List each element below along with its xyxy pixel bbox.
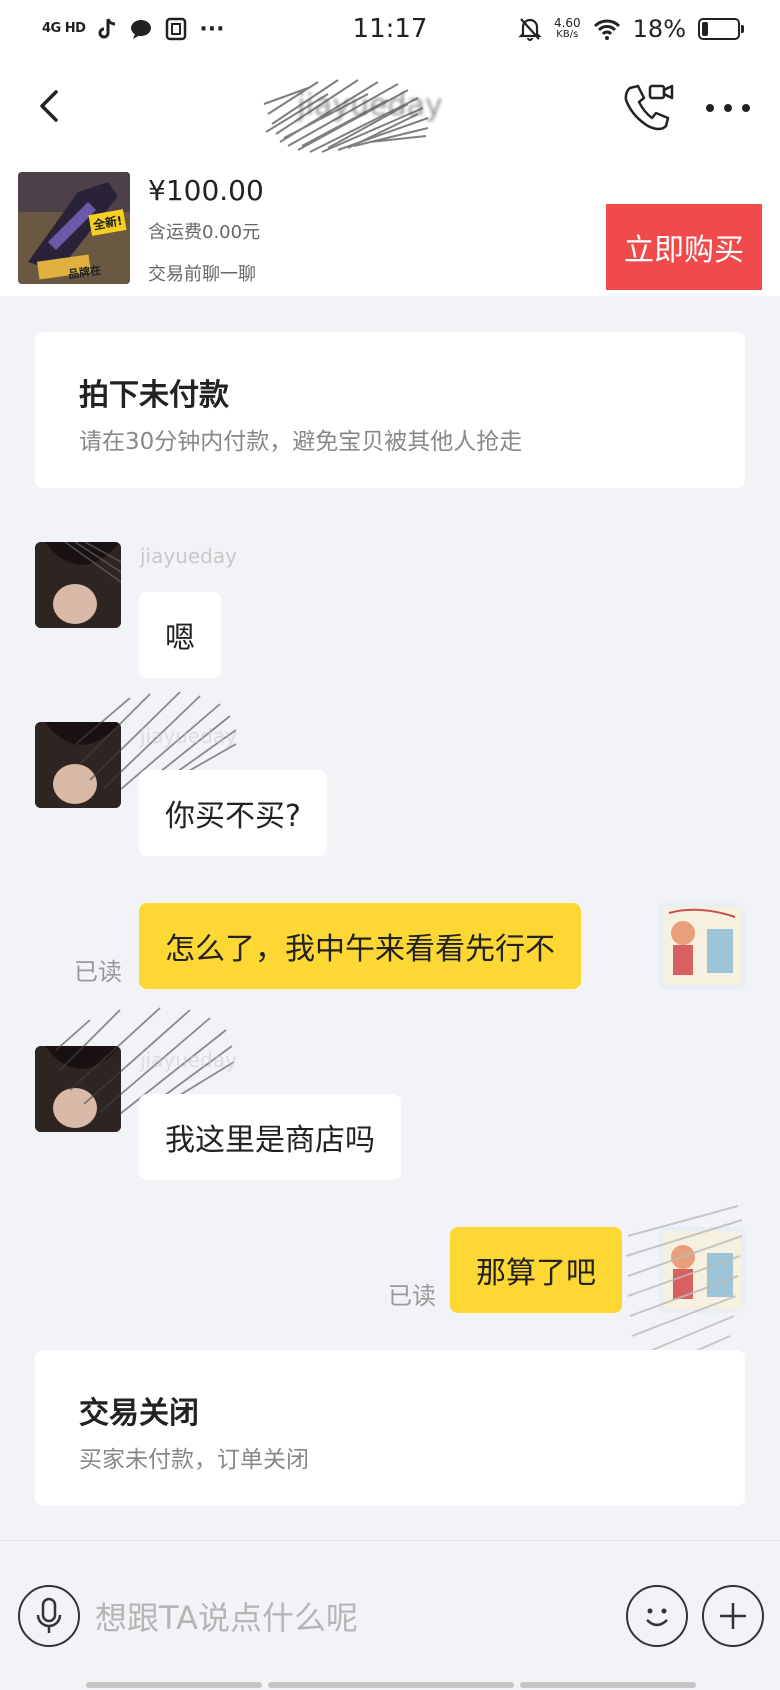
buy-now-button[interactable]: 立即购买	[606, 204, 762, 290]
message-bubble[interactable]: 你买不买?	[139, 770, 327, 856]
notice-title: 交易关闭	[79, 1396, 199, 1431]
sender-name: jiayueday	[140, 1048, 237, 1072]
mute-bell-icon	[518, 18, 542, 41]
network-speed: 4.60 KB/s	[553, 16, 581, 40]
message-bubble[interactable]: 我这里是商店吗	[139, 1094, 401, 1180]
emoji-button[interactable]	[626, 1585, 688, 1647]
back-arrow-icon[interactable]	[28, 84, 72, 128]
avatar[interactable]	[35, 542, 121, 628]
chat-hint: 交易前聊一聊	[148, 264, 256, 285]
redaction-scribble	[263, 79, 429, 153]
message-input[interactable]: 想跟TA说点什么呢	[95, 1593, 358, 1639]
closed-notice-card: 交易关闭 买家未付款，订单关闭	[35, 1350, 745, 1506]
battery-icon	[698, 18, 744, 40]
unpaid-notice-card: 拍下未付款 请在30分钟内付款，避免宝贝被其他人抢走	[35, 332, 745, 488]
notice-subtitle: 买家未付款，订单关闭	[79, 1447, 309, 1473]
battery-percent: 18%	[632, 15, 686, 43]
product-thumbnail[interactable]: 全新! 品牌在	[18, 172, 130, 284]
home-indicator	[86, 1682, 262, 1688]
emoji-icon	[646, 1608, 668, 1627]
read-status: 已读	[388, 1282, 436, 1310]
voice-input-button[interactable]	[18, 1585, 80, 1647]
add-attachment-button[interactable]	[702, 1585, 764, 1647]
input-bar: 想跟TA说点什么呢	[0, 1540, 780, 1690]
message-bubble-self[interactable]: 那算了吧	[450, 1227, 622, 1313]
my-avatar[interactable]	[659, 903, 745, 989]
sender-name: jiayueday	[140, 544, 237, 568]
home-indicator	[520, 1682, 696, 1688]
home-indicator	[268, 1682, 514, 1688]
video-call-icon[interactable]	[620, 80, 676, 136]
shipping-info: 含运费0.00元	[148, 222, 261, 243]
product-card[interactable]: 全新! 品牌在 ¥100.00 含运费0.00元 交易前聊一聊 立即购买	[0, 156, 780, 296]
microphone-icon	[36, 1597, 62, 1633]
notice-title: 拍下未付款	[79, 378, 229, 413]
wifi-icon	[593, 19, 620, 40]
product-price: ¥100.00	[148, 174, 264, 207]
notice-subtitle: 请在30分钟内付款，避免宝贝被其他人抢走	[79, 429, 523, 455]
more-options-icon[interactable]	[700, 88, 756, 128]
nav-bar: jiayueday	[0, 64, 780, 156]
status-bar: 4G HD ··· 11:17 4.60 KB/s 18%	[0, 0, 780, 64]
message-bubble[interactable]: 嗯	[139, 592, 221, 678]
sender-name: jiayueday	[140, 724, 237, 748]
read-status: 已读	[74, 958, 122, 986]
message-bubble-self[interactable]: 怎么了，我中午来看看先行不	[139, 903, 581, 989]
plus-icon	[720, 1603, 746, 1629]
